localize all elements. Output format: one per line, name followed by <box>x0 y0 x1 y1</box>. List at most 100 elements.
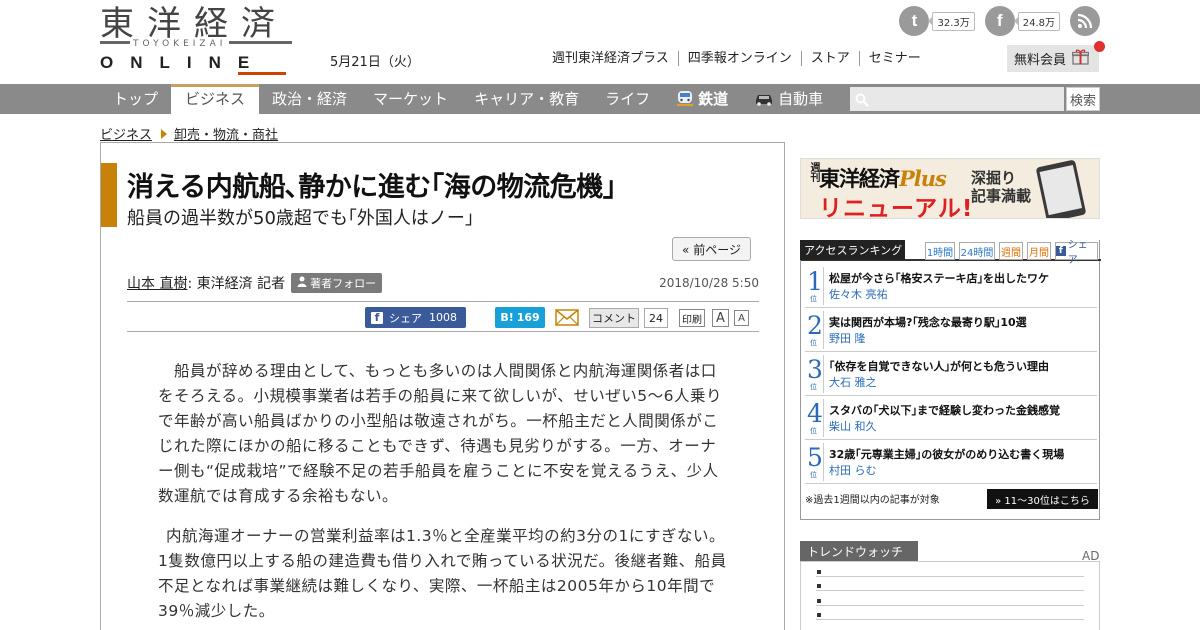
logo-online: ONLINE <box>100 53 267 72</box>
rank-suffix: 位 <box>810 339 817 347</box>
bullet-icon <box>817 584 821 588</box>
ranking-more-link[interactable]: » 11～30位はこちら <box>987 489 1098 509</box>
nav-top[interactable]: トップ <box>100 84 171 114</box>
facebook-share-count: 1008 <box>429 311 457 324</box>
rank-number: 5 <box>807 443 823 472</box>
logo-sub: TOYOKEIZAI <box>130 39 230 49</box>
nav-automobile[interactable]: 自動車 <box>741 84 836 114</box>
nav-automobile-label: 自動車 <box>778 90 824 108</box>
twitter-icon: t <box>899 6 930 36</box>
banner-side-text: 深掘り 記事満載 <box>971 169 1032 205</box>
search-button[interactable]: 検索 <box>1066 87 1100 111</box>
facebook-icon: f <box>984 6 1015 36</box>
article-paragraph: 船員が辞める理由として、もっとも多いのは人間関係と内航海運関係者は口をそろえる。… <box>158 362 722 505</box>
rank-suffix: 位 <box>810 471 817 479</box>
nav-career-education[interactable]: キャリア・教育 <box>461 84 592 114</box>
twitter-count: 32.3万 <box>928 11 975 31</box>
rss-icon <box>1070 6 1100 36</box>
facebook-count: 24.8万 <box>1013 11 1060 31</box>
nav-life[interactable]: ライフ <box>592 84 663 114</box>
divider <box>823 355 824 393</box>
font-size-small-button[interactable]: A <box>734 310 749 326</box>
facebook-link[interactable]: f 24.8万 <box>984 6 1060 36</box>
breadcrumb-business[interactable]: ビジネス <box>100 124 152 143</box>
divider <box>823 443 824 481</box>
rank-author: 柴山 和久 <box>829 420 877 433</box>
ranking-item[interactable]: 4 位 スタバの｢犬以下｣まで経験し変わった金銭感覚 柴山 和久 <box>805 397 1097 440</box>
ranking-item[interactable]: 2 位 実は関西が本場?｢残念な最寄り駅｣10選 野田 隆 <box>805 309 1097 352</box>
logo-accent-bar <box>238 72 286 75</box>
link-shikiho[interactable]: 四季報オンライン <box>677 51 801 66</box>
article-title: 消える内航船､静かに進む｢海の物流危機｣ <box>127 172 616 203</box>
author-role: : 東洋経済 記者 <box>187 276 286 292</box>
divider <box>823 399 824 437</box>
free-member-button[interactable]: 無料会員 <box>1007 45 1099 72</box>
bullet-icon <box>817 613 821 617</box>
nav-railway[interactable]: 鉄道 <box>663 84 741 114</box>
follow-author-label: 著者フォロー <box>310 277 377 290</box>
rank-number: 1 <box>807 267 823 296</box>
rank-author: 大石 雅之 <box>829 376 877 389</box>
nav-business[interactable]: ビジネス <box>171 84 260 114</box>
rank-title: 実は関西が本場?｢残念な最寄り駅｣10選 <box>829 316 1027 329</box>
hatena-bookmark-button[interactable]: B! 169 <box>495 307 545 328</box>
hatena-count: 169 <box>516 311 540 324</box>
rss-link[interactable] <box>1070 6 1100 36</box>
rank-suffix: 位 <box>810 427 817 435</box>
trend-item[interactable] <box>816 576 1084 577</box>
twitter-link[interactable]: t 32.3万 <box>899 6 975 36</box>
article-paragraph: 内航海運オーナーの営業利益率は1.3％と全産業平均の約3分の1にすぎない。1隻数… <box>158 527 727 620</box>
header-links: 週刊東洋経済プラス 四季報オンライン ストア セミナー <box>552 51 930 66</box>
tab-24hours[interactable]: 24時間 <box>959 242 995 260</box>
divider <box>127 331 759 332</box>
breadcrumb: ビジネス 卸売・物流・商社 <box>100 124 278 143</box>
trend-item[interactable] <box>816 590 1084 591</box>
print-button[interactable]: 印刷 <box>679 309 705 327</box>
bullet-icon <box>817 599 821 603</box>
comment-button[interactable]: コメント <box>589 308 639 328</box>
prev-page-button[interactable]: « 前ページ <box>672 237 751 261</box>
title-accent-bar <box>101 163 117 227</box>
comment-count: 24 <box>644 308 668 328</box>
trend-item[interactable] <box>816 605 1084 606</box>
phone-image <box>1035 159 1087 218</box>
link-seminar[interactable]: セミナー <box>858 51 930 66</box>
tab-monthly[interactable]: 月間 <box>1027 242 1051 260</box>
tab-weekly[interactable]: 週間 <box>999 242 1023 260</box>
ranking-item[interactable]: 5 位 32歳｢元専業主婦｣の彼女がのめり込む書く現場 村田 らむ <box>805 441 1097 484</box>
author-line: 山本 直樹 : 東洋経済 記者 著者フォロー <box>127 273 383 293</box>
rank-author: 佐々木 亮祐 <box>829 288 888 301</box>
ranking-item[interactable]: 3 位 ｢依存を自覚できない人｣が何とも危うい理由 大石 雅之 <box>805 353 1097 396</box>
facebook-share-button[interactable]: f シェア 1008 <box>365 307 466 328</box>
site-logo[interactable]: 東洋経済 TOYOKEIZAI ONLINE <box>100 6 292 75</box>
train-icon <box>676 85 694 115</box>
search-input[interactable] <box>850 87 1064 111</box>
nav-market[interactable]: マーケット <box>360 84 461 114</box>
rank-author: 村田 らむ <box>829 464 877 477</box>
follow-author-button[interactable]: 著者フォロー <box>291 273 383 293</box>
hatena-icon: B! <box>500 311 514 324</box>
mail-icon[interactable] <box>555 309 579 326</box>
tab-share[interactable]: f シェア <box>1055 240 1098 266</box>
divider <box>823 267 824 305</box>
nav-politics-economy[interactable]: 政治・経済 <box>259 84 360 114</box>
trend-item[interactable] <box>816 619 1084 620</box>
weekly-plus-banner[interactable]: 週刊 東洋経済Plus リニューアル! 深掘り 記事満載 <box>800 158 1100 219</box>
rank-suffix: 位 <box>810 295 817 303</box>
author-name[interactable]: 山本 直樹 <box>127 273 187 293</box>
font-size-large-button[interactable]: A <box>712 309 729 327</box>
tab-1hour[interactable]: 1時間 <box>925 242 955 260</box>
site-header: 東洋経済 TOYOKEIZAI ONLINE 5月21日（火） t 32.3万 … <box>0 0 1200 84</box>
access-ranking: アクセスランキング 1時間 24時間 週間 月間 f シェア 1 位 松屋が今さら… <box>800 240 1101 520</box>
notification-dot <box>1094 41 1105 52</box>
banner-renewal: リニューアル! <box>819 196 974 219</box>
ranking-title: アクセスランキング <box>800 240 905 260</box>
trend-watch-title: トレンドウォッチ <box>800 541 918 562</box>
link-weekly-plus[interactable]: 週刊東洋経済プラス <box>552 51 678 66</box>
article: 消える内航船､静かに進む｢海の物流危機｣ 船員の過半数が50歳超でも｢外国人はノ… <box>100 142 785 630</box>
ranking-item[interactable]: 1 位 松屋が今さら｢格安ステーキ店｣を出したワケ 佐々木 亮祐 <box>805 265 1097 308</box>
link-store[interactable]: ストア <box>800 51 859 66</box>
breadcrumb-logistics[interactable]: 卸売・物流・商社 <box>174 124 278 143</box>
search-icon <box>855 92 869 107</box>
bullet-icon <box>817 570 821 574</box>
